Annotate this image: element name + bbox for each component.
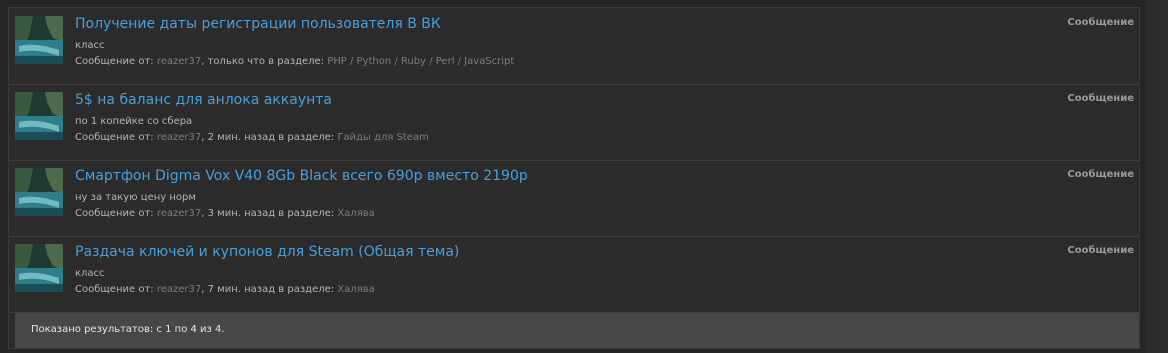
- author-link[interactable]: reazer37: [157, 284, 201, 295]
- section-link[interactable]: Гайды для Steam: [337, 132, 429, 143]
- section-link[interactable]: Халява: [337, 284, 374, 295]
- avatar[interactable]: [15, 244, 63, 292]
- result-snippet: по 1 копейке со сбера: [75, 116, 193, 127]
- result-item: 5$ на баланс для анлока аккаунта по 1 ко…: [9, 84, 1139, 161]
- result-item: Раздача ключей и купонов для Steam (Обща…: [9, 236, 1139, 313]
- result-item: Смартфон Digma Vox V40 8Gb Black всего 6…: [9, 160, 1139, 237]
- author-link[interactable]: reazer37: [157, 208, 201, 219]
- result-meta: Сообщение от: reazer37, 3 мин. назад в р…: [75, 207, 375, 221]
- scrollbar-gutter: [1146, 0, 1168, 353]
- meta-prefix: Сообщение от:: [75, 56, 157, 67]
- meta-time: , 3 мин. назад в разделе:: [201, 208, 338, 219]
- result-title-link[interactable]: Раздача ключей и купонов для Steam (Обща…: [75, 243, 459, 261]
- result-snippet: ну за такую цену норм: [75, 192, 196, 203]
- search-results-panel: Получение даты регистрации пользователя …: [8, 7, 1140, 349]
- avatar[interactable]: [15, 168, 63, 216]
- result-meta: Сообщение от: reazer37, 2 мин. назад в р…: [75, 131, 429, 145]
- result-title-link[interactable]: Смартфон Digma Vox V40 8Gb Black всего 6…: [75, 167, 528, 185]
- avatar-image-icon: [15, 92, 63, 140]
- result-snippet: класс: [75, 268, 105, 279]
- results-summary: Показано результатов: с 1 по 4 из 4.: [31, 324, 225, 335]
- result-type-label: Сообщение: [1067, 169, 1134, 180]
- section-link[interactable]: PHP / Python / Ruby / Perl / JavaScript: [327, 56, 514, 67]
- avatar[interactable]: [15, 16, 63, 64]
- avatar-image-icon: [15, 168, 63, 216]
- meta-time: , 2 мин. назад в разделе:: [201, 132, 338, 143]
- avatar-image-icon: [15, 244, 63, 292]
- section-link[interactable]: Халява: [337, 208, 374, 219]
- meta-prefix: Сообщение от:: [75, 284, 157, 295]
- result-meta: Сообщение от: reazer37, 7 мин. назад в р…: [75, 283, 375, 297]
- meta-time: , 7 мин. назад в разделе:: [201, 284, 338, 295]
- results-footer: Показано результатов: с 1 по 4 из 4.: [15, 313, 1139, 348]
- author-link[interactable]: reazer37: [157, 132, 201, 143]
- avatar-image-icon: [15, 16, 63, 64]
- result-item: Получение даты регистрации пользователя …: [9, 8, 1139, 85]
- result-title-link[interactable]: 5$ на баланс для анлока аккаунта: [75, 91, 332, 109]
- result-meta: Сообщение от: reazer37, только что в раз…: [75, 55, 514, 69]
- result-type-label: Сообщение: [1067, 93, 1134, 104]
- result-snippet: класс: [75, 40, 105, 51]
- result-type-label: Сообщение: [1067, 17, 1134, 28]
- result-title-link[interactable]: Получение даты регистрации пользователя …: [75, 15, 441, 33]
- meta-time: , только что в разделе:: [201, 56, 328, 67]
- meta-prefix: Сообщение от:: [75, 132, 157, 143]
- result-type-label: Сообщение: [1067, 245, 1134, 256]
- avatar[interactable]: [15, 92, 63, 140]
- meta-prefix: Сообщение от:: [75, 208, 157, 219]
- author-link[interactable]: reazer37: [157, 56, 201, 67]
